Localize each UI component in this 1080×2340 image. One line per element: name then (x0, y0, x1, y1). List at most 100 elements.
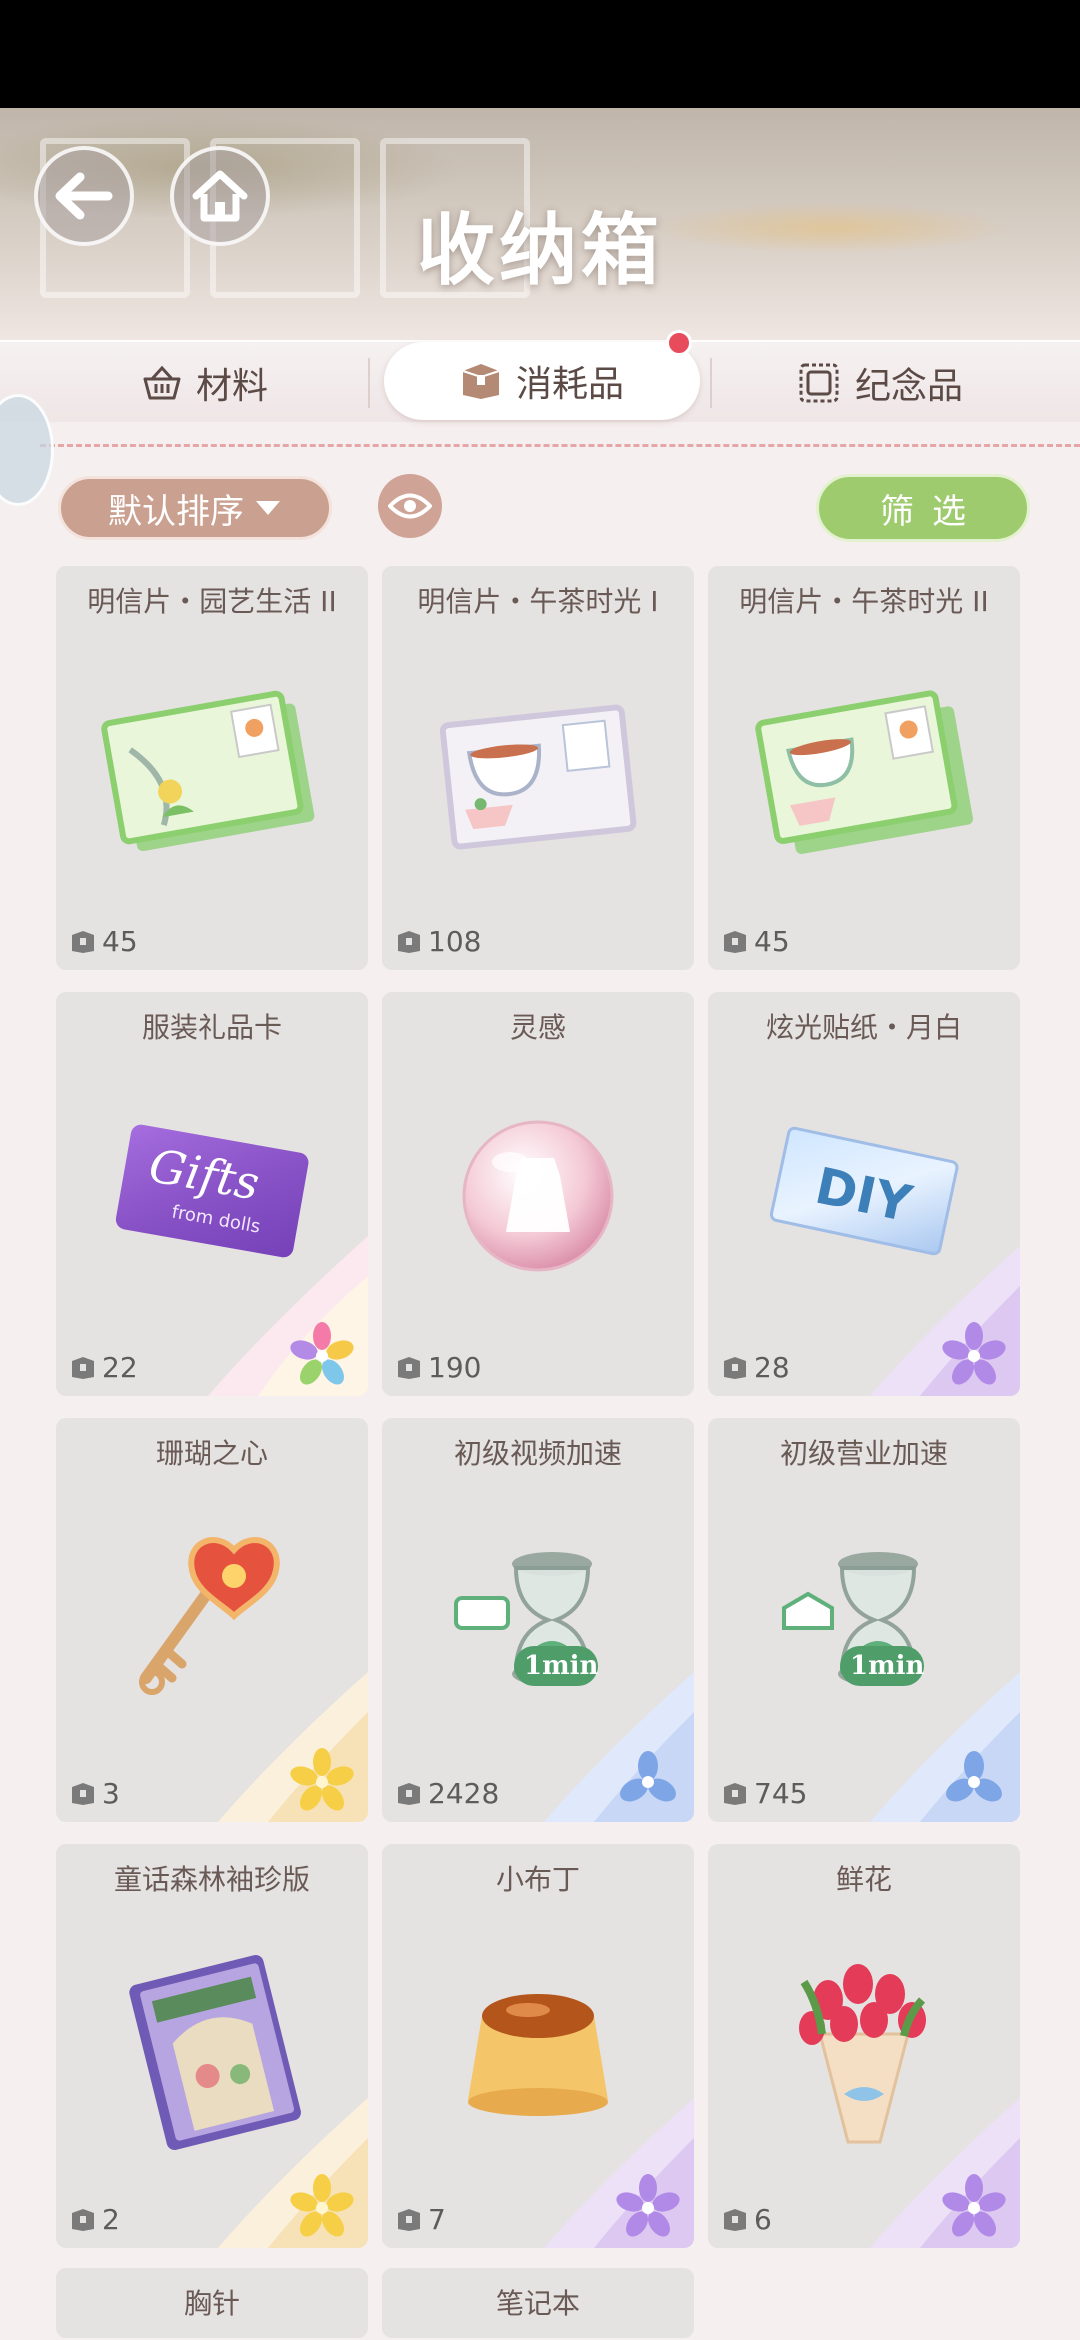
header: 收纳箱 (0, 108, 1080, 340)
box-icon (398, 2208, 420, 2231)
postcard-tea-icon (439, 704, 637, 850)
visibility-toggle[interactable] (378, 474, 442, 538)
boost-badge: 1min (524, 1651, 598, 1681)
item-count-value: 2 (102, 2203, 120, 2236)
item-card-postcard-garden[interactable]: 明信片・园艺生活 II 45 (56, 566, 368, 970)
item-count-value: 190 (428, 1351, 482, 1384)
item-card-pudding[interactable]: 小布丁 7 (382, 1844, 694, 2248)
pudding-icon (468, 1994, 608, 2116)
item-name: 小布丁 (495, 1863, 580, 1896)
item-name: 童话森林袖珍版 (113, 1863, 310, 1896)
sort-label: 默认排序 (108, 491, 244, 532)
basket-icon (143, 365, 181, 400)
blue-rarity-flower-icon (620, 1751, 676, 1802)
item-card-coral-heart[interactable]: 珊瑚之心 3 (56, 1418, 368, 1822)
box-icon (724, 1356, 746, 1379)
purple-rarity-flower-icon (942, 2174, 1006, 2237)
box-icon (724, 2208, 746, 2231)
item-card-flowers[interactable]: 鲜花 6 (708, 1844, 1020, 2248)
hourglass-shop-icon: 1min (782, 1552, 924, 1686)
item-count-value: 745 (754, 1777, 808, 1810)
box-icon (72, 2208, 94, 2231)
item-count: 745 (722, 1777, 807, 1810)
tab-label: 消耗品 (515, 364, 624, 405)
item-name: 初级营业加速 (779, 1437, 948, 1470)
item-count-value: 45 (102, 925, 138, 958)
tulip-bouquet-icon (799, 1964, 926, 2144)
gold-rarity-flower-icon (290, 2174, 354, 2237)
item-name: 炫光贴纸・月白 (765, 1011, 962, 1044)
box-icon (462, 364, 500, 399)
storybook-icon (129, 1955, 301, 2150)
item-count: 22 (70, 1351, 138, 1384)
item-card-brooch[interactable]: 胸针 (56, 2268, 368, 2338)
caret-down-icon (256, 501, 280, 515)
item-card-video-boost[interactable]: 初级视频加速 1min 2428 (382, 1418, 694, 1822)
item-name: 珊瑚之心 (155, 1437, 268, 1470)
item-count-value: 108 (428, 925, 482, 958)
tab-consumables[interactable]: 消耗品 (384, 342, 700, 420)
postcard-garden-icon (101, 690, 315, 852)
item-name: 胸针 (183, 2287, 240, 2320)
item-card-postcard-tea-1[interactable]: 明信片・午茶时光 I 108 (382, 566, 694, 970)
tab-bar: 材料 消耗品 纪念品 (0, 340, 1080, 422)
item-count-value: 45 (754, 925, 790, 958)
item-name: 灵感 (509, 1011, 566, 1044)
hourglass-video-icon: 1min (454, 1552, 598, 1686)
eye-icon (388, 493, 432, 519)
tab-label: 材料 (195, 366, 268, 407)
item-count: 190 (396, 1351, 481, 1384)
item-name: 笔记本 (495, 2287, 580, 2320)
item-card-postcard-tea-2[interactable]: 明信片・午茶时光 II 45 (708, 566, 1020, 970)
page-title: 收纳箱 (416, 205, 663, 296)
tab-divider (710, 358, 712, 408)
sort-dropdown[interactable]: 默认排序 (58, 476, 332, 540)
item-count: 2 (70, 2203, 120, 2236)
gift-card-icon: Gifts from dolls (115, 1124, 309, 1258)
item-card-inspiration[interactable]: 灵感 190 (382, 992, 694, 1396)
item-card-diy-sticker[interactable]: 炫光贴纸・月白 DIY 28 (708, 992, 1020, 1396)
box-icon (724, 930, 746, 953)
item-count-value: 2428 (428, 1777, 500, 1810)
box-icon (724, 1782, 746, 1805)
item-card-storybook[interactable]: 童话森林袖珍版 2 (56, 1844, 368, 2248)
purple-rarity-flower-icon (942, 1322, 1006, 1385)
item-card-gift-card[interactable]: 服装礼品卡 Gifts from dolls 22 (56, 992, 368, 1396)
item-count-value: 6 (754, 2203, 772, 2236)
item-card-shop-boost[interactable]: 初级营业加速 1min 745 (708, 1418, 1020, 1822)
box-icon (72, 930, 94, 953)
item-name: 鲜花 (835, 1863, 892, 1896)
tab-divider (368, 358, 370, 408)
rainbow-rarity-flower-icon (290, 1322, 354, 1385)
item-count: 7 (396, 2203, 446, 2236)
item-name: 初级视频加速 (453, 1437, 622, 1470)
item-name: 服装礼品卡 (141, 1011, 282, 1044)
box-icon (398, 1356, 420, 1379)
item-count-value: 3 (102, 1777, 120, 1810)
tab-label: 纪念品 (854, 366, 963, 407)
box-icon (72, 1356, 94, 1379)
postcard-tea-stack-icon (755, 690, 973, 854)
item-count: 45 (722, 925, 790, 958)
item-count: 3 (70, 1777, 120, 1810)
stamp-icon (799, 363, 839, 403)
item-count-value: 7 (428, 2203, 446, 2236)
item-count-value: 28 (754, 1351, 790, 1384)
item-count: 28 (722, 1351, 790, 1384)
tab-souvenirs[interactable]: 纪念品 (760, 342, 1000, 424)
item-name: 明信片・午茶时光 II (739, 585, 989, 618)
tab-materials[interactable]: 材料 (80, 342, 330, 424)
item-count: 6 (722, 2203, 772, 2236)
boost-badge: 1min (850, 1651, 924, 1681)
notification-dot (666, 330, 692, 356)
purple-rarity-flower-icon (616, 2174, 680, 2237)
inspiration-orb-icon (462, 1120, 614, 1272)
diy-sticker-icon: DIY (769, 1126, 959, 1256)
item-card-notebook[interactable]: 笔记本 (382, 2268, 694, 2338)
item-count: 108 (396, 925, 481, 958)
item-count: 2428 (396, 1777, 499, 1810)
item-name: 明信片・园艺生活 II (87, 585, 337, 618)
item-count-value: 22 (102, 1351, 138, 1384)
filter-button[interactable]: 筛选 (816, 474, 1030, 542)
blue-rarity-flower-icon (946, 1751, 1002, 1802)
